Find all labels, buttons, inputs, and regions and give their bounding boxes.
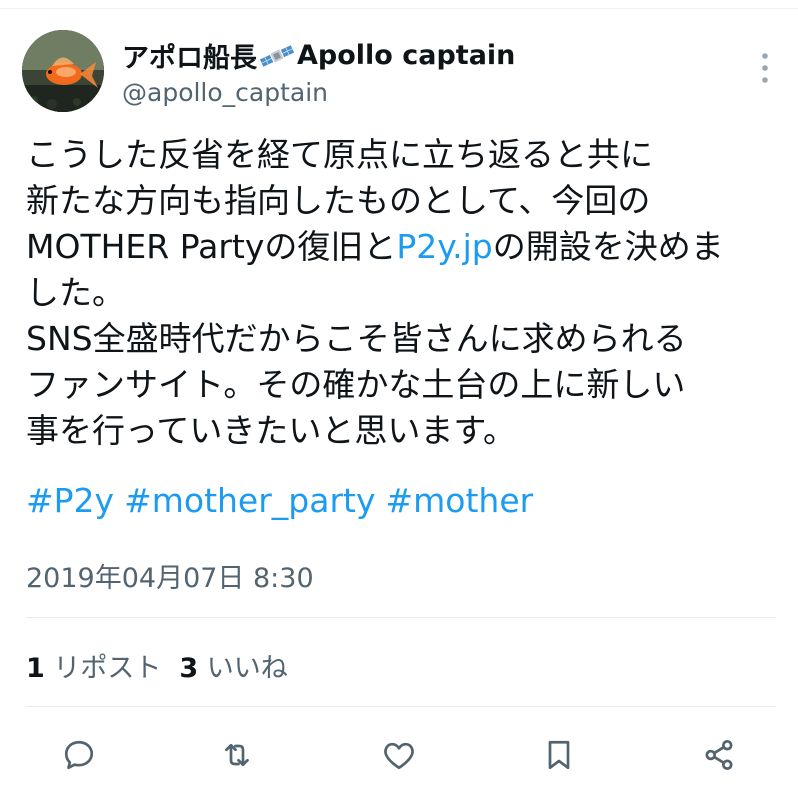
engagement-stats: 1 リポスト 3 いいね	[26, 646, 306, 685]
likes-stat[interactable]: 3 いいね	[179, 646, 287, 685]
repost-button[interactable]	[212, 730, 262, 780]
tweet-text-segment: 事を行っていきたいと思います。	[26, 411, 517, 450]
display-name[interactable]: アポロ船長 Apollo captain	[122, 36, 515, 75]
reposts-label: リポスト	[53, 653, 162, 684]
reposts-stat[interactable]: 1 リポスト	[26, 646, 161, 685]
tweet-header: アポロ船長 Apollo captain @apollo_captain	[22, 30, 782, 116]
hashtag-link[interactable]: #mother	[386, 481, 534, 520]
tweet-line: ファンサイト。その確かな土台の上に新しい	[26, 362, 776, 408]
reposts-count: 1	[26, 653, 45, 684]
like-icon	[384, 742, 414, 770]
bookmark-button[interactable]	[534, 730, 584, 780]
timestamp[interactable]: 2019年04月07日 8:30	[26, 556, 314, 595]
reply-button[interactable]	[54, 730, 104, 780]
reply-icon	[64, 740, 94, 770]
tweet-link[interactable]: P2y.jp	[396, 227, 492, 266]
more-options-icon[interactable]	[758, 48, 772, 88]
hashtags: #P2y #mother_party #mother	[26, 478, 543, 524]
user-handle[interactable]: @apollo_captain	[122, 78, 328, 107]
divider-above-actions	[26, 706, 776, 707]
tweet-text: こうした反省を経て原点に立ち返ると共に 新たな方向も指向したものとして、今回の MO…	[26, 132, 776, 454]
tweet-text-segment: SNS全盛時代だからこそ皆さんに求められる	[26, 319, 687, 358]
tweet-text-segment: ファンサイト。その確かな土台の上に新しい	[26, 365, 686, 404]
tweet-line: こうした反省を経て原点に立ち返ると共に	[26, 132, 776, 178]
likes-label: いいね	[206, 653, 288, 684]
hashtag-link[interactable]: #P2y	[26, 481, 114, 520]
repost-icon	[225, 743, 249, 767]
share-icon	[705, 740, 733, 770]
tweet-line: した。	[26, 270, 776, 316]
avatar[interactable]	[22, 30, 104, 112]
tweet-text-segment: した。	[26, 273, 125, 312]
like-button[interactable]	[374, 730, 424, 780]
bookmark-icon	[548, 740, 570, 770]
tweet-line: MOTHER Partyの復旧とP2y.jpの開設を決めま	[26, 224, 776, 270]
tweet-text-segment: MOTHER Partyの復旧と	[26, 227, 397, 266]
tweet-line: 事を行っていきたいと思います。	[26, 408, 776, 454]
divider-above-stats	[26, 617, 776, 618]
display-name-en: Apollo captain	[297, 40, 516, 71]
tweet-text-segment: こうした反省を経て原点に立ち返ると共に	[26, 135, 653, 174]
action-bar	[26, 730, 776, 780]
top-divider	[0, 8, 798, 9]
hashtag-link[interactable]: #mother_party	[124, 481, 375, 520]
display-name-jp: アポロ船長	[122, 43, 257, 74]
tweet-line: 新たな方向も指向したものとして、今回の	[26, 178, 776, 224]
share-button[interactable]	[694, 730, 744, 780]
satellite-icon	[259, 44, 295, 67]
tweet-text-segment: の開設を決めま	[492, 227, 724, 266]
likes-count: 3	[179, 653, 199, 684]
goldfish-avatar-icon	[22, 30, 104, 112]
tweet-text-segment: 新たな方向も指向したものとして、今回の	[26, 181, 651, 220]
tweet-line: SNS全盛時代だからこそ皆さんに求められる	[26, 316, 776, 362]
